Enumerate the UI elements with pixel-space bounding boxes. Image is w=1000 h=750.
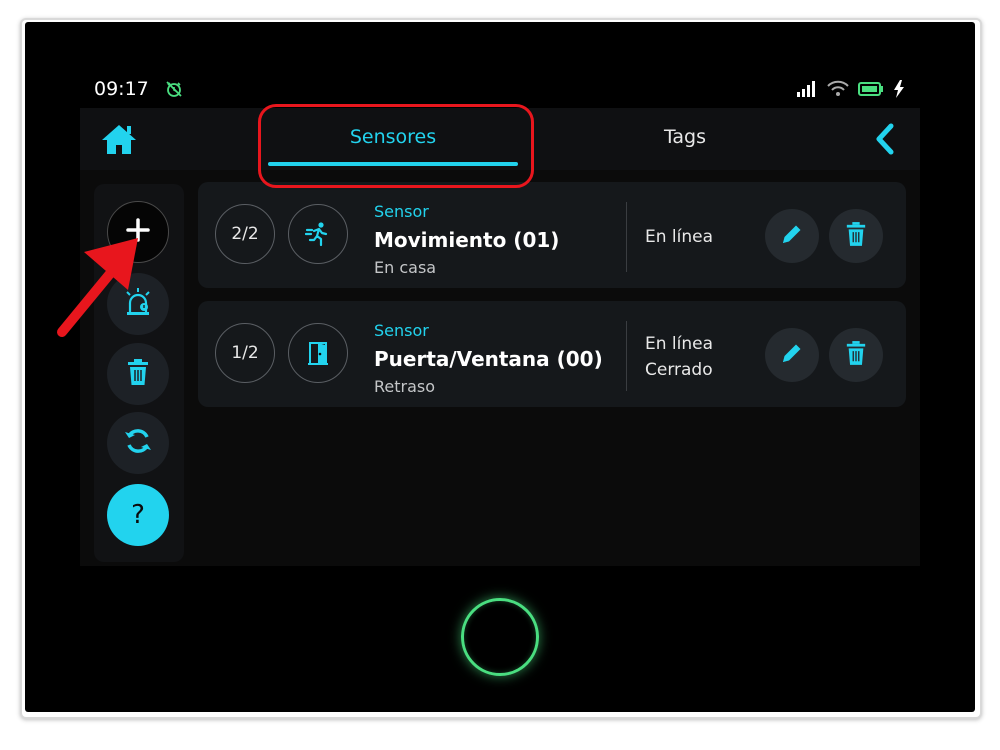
refresh-icon [123,426,153,460]
trash-icon [126,358,150,390]
status-bar: 09:17 [80,76,920,106]
zone-count-badge: 2/2 [215,204,275,264]
sensor-type-label: Sensor [374,202,429,221]
tab-highlight-annotation [258,104,534,188]
sensor-name: Puerta/Ventana (00) [374,347,603,371]
pencil-icon [780,341,804,369]
help-button[interactable]: ? [107,484,169,546]
sensor-card[interactable]: 2/2 Sensor Movimiento (01) En casa En lí… [198,182,906,288]
signal-icon [796,80,818,102]
status-time: 09:17 [94,78,149,100]
running-person-icon [288,204,348,264]
sensor-mode: En casa [374,258,437,277]
charging-icon [892,79,906,103]
device-home-button[interactable] [461,598,539,676]
card-divider [626,321,627,391]
pencil-icon [780,222,804,250]
edit-sensor-button[interactable] [765,209,819,263]
sensor-mode: Retraso [374,377,436,396]
alarm-off-icon [164,79,184,103]
sensor-type-label: Sensor [374,321,429,340]
help-icon: ? [131,500,145,530]
chevron-left-icon[interactable] [872,122,898,160]
sensor-state: Cerrado [645,360,713,380]
delete-sensor-button[interactable] [829,209,883,263]
sensor-name: Movimiento (01) [374,228,560,252]
edit-sensor-button[interactable] [765,328,819,382]
wifi-icon [826,80,850,102]
trash-icon [845,221,867,251]
red-arrow-annotation [50,220,160,344]
sensor-status: En línea [645,334,714,354]
sensor-status: En línea [645,227,714,247]
delete-sensor-button[interactable] [829,328,883,382]
home-icon[interactable] [100,122,138,160]
trash-icon [845,340,867,370]
zone-count-badge: 1/2 [215,323,275,383]
tab-tags[interactable]: Tags [620,126,750,148]
card-divider [626,202,627,272]
door-icon [288,323,348,383]
delete-all-button[interactable] [107,343,169,405]
sensor-card[interactable]: 1/2 Sensor Puerta/Ventana (00) Retraso E… [198,301,906,407]
refresh-button[interactable] [107,412,169,474]
battery-icon [858,81,884,101]
